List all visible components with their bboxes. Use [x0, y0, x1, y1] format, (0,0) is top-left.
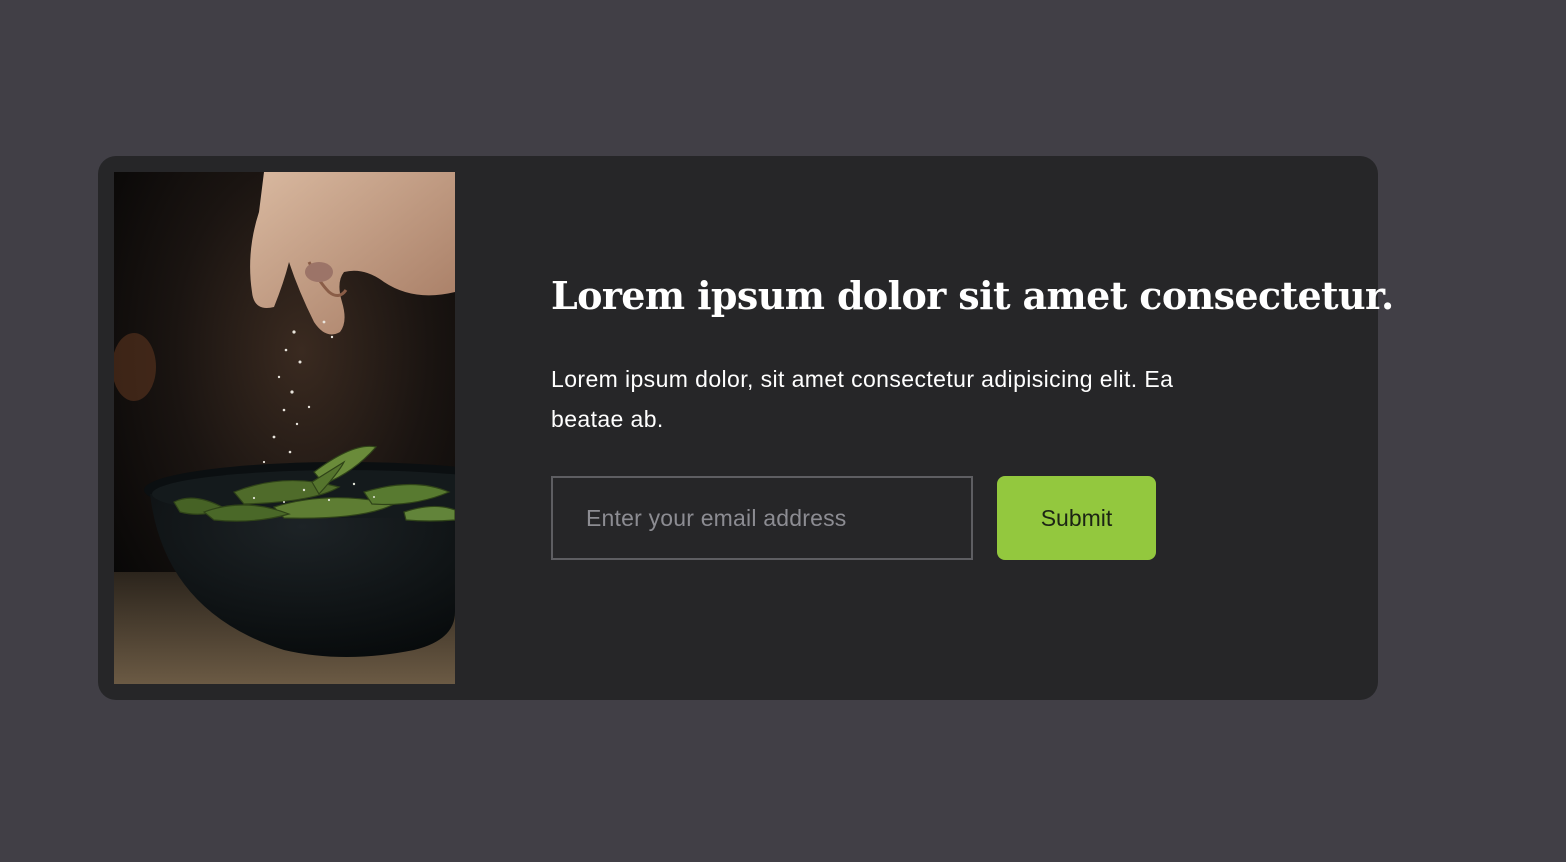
signup-description: Lorem ipsum dolor, sit amet consectetur … — [551, 366, 1174, 432]
signup-title: Lorem ipsum dolor sit amet consectetur. — [551, 273, 1394, 318]
signup-content: Lorem ipsum dolor sit amet consectetur. … — [551, 156, 1394, 700]
email-input[interactable] — [551, 476, 973, 560]
food-photo — [114, 172, 455, 684]
signup-card: Lorem ipsum dolor sit amet consectetur. … — [98, 156, 1394, 700]
submit-button[interactable]: Submit — [997, 476, 1156, 560]
